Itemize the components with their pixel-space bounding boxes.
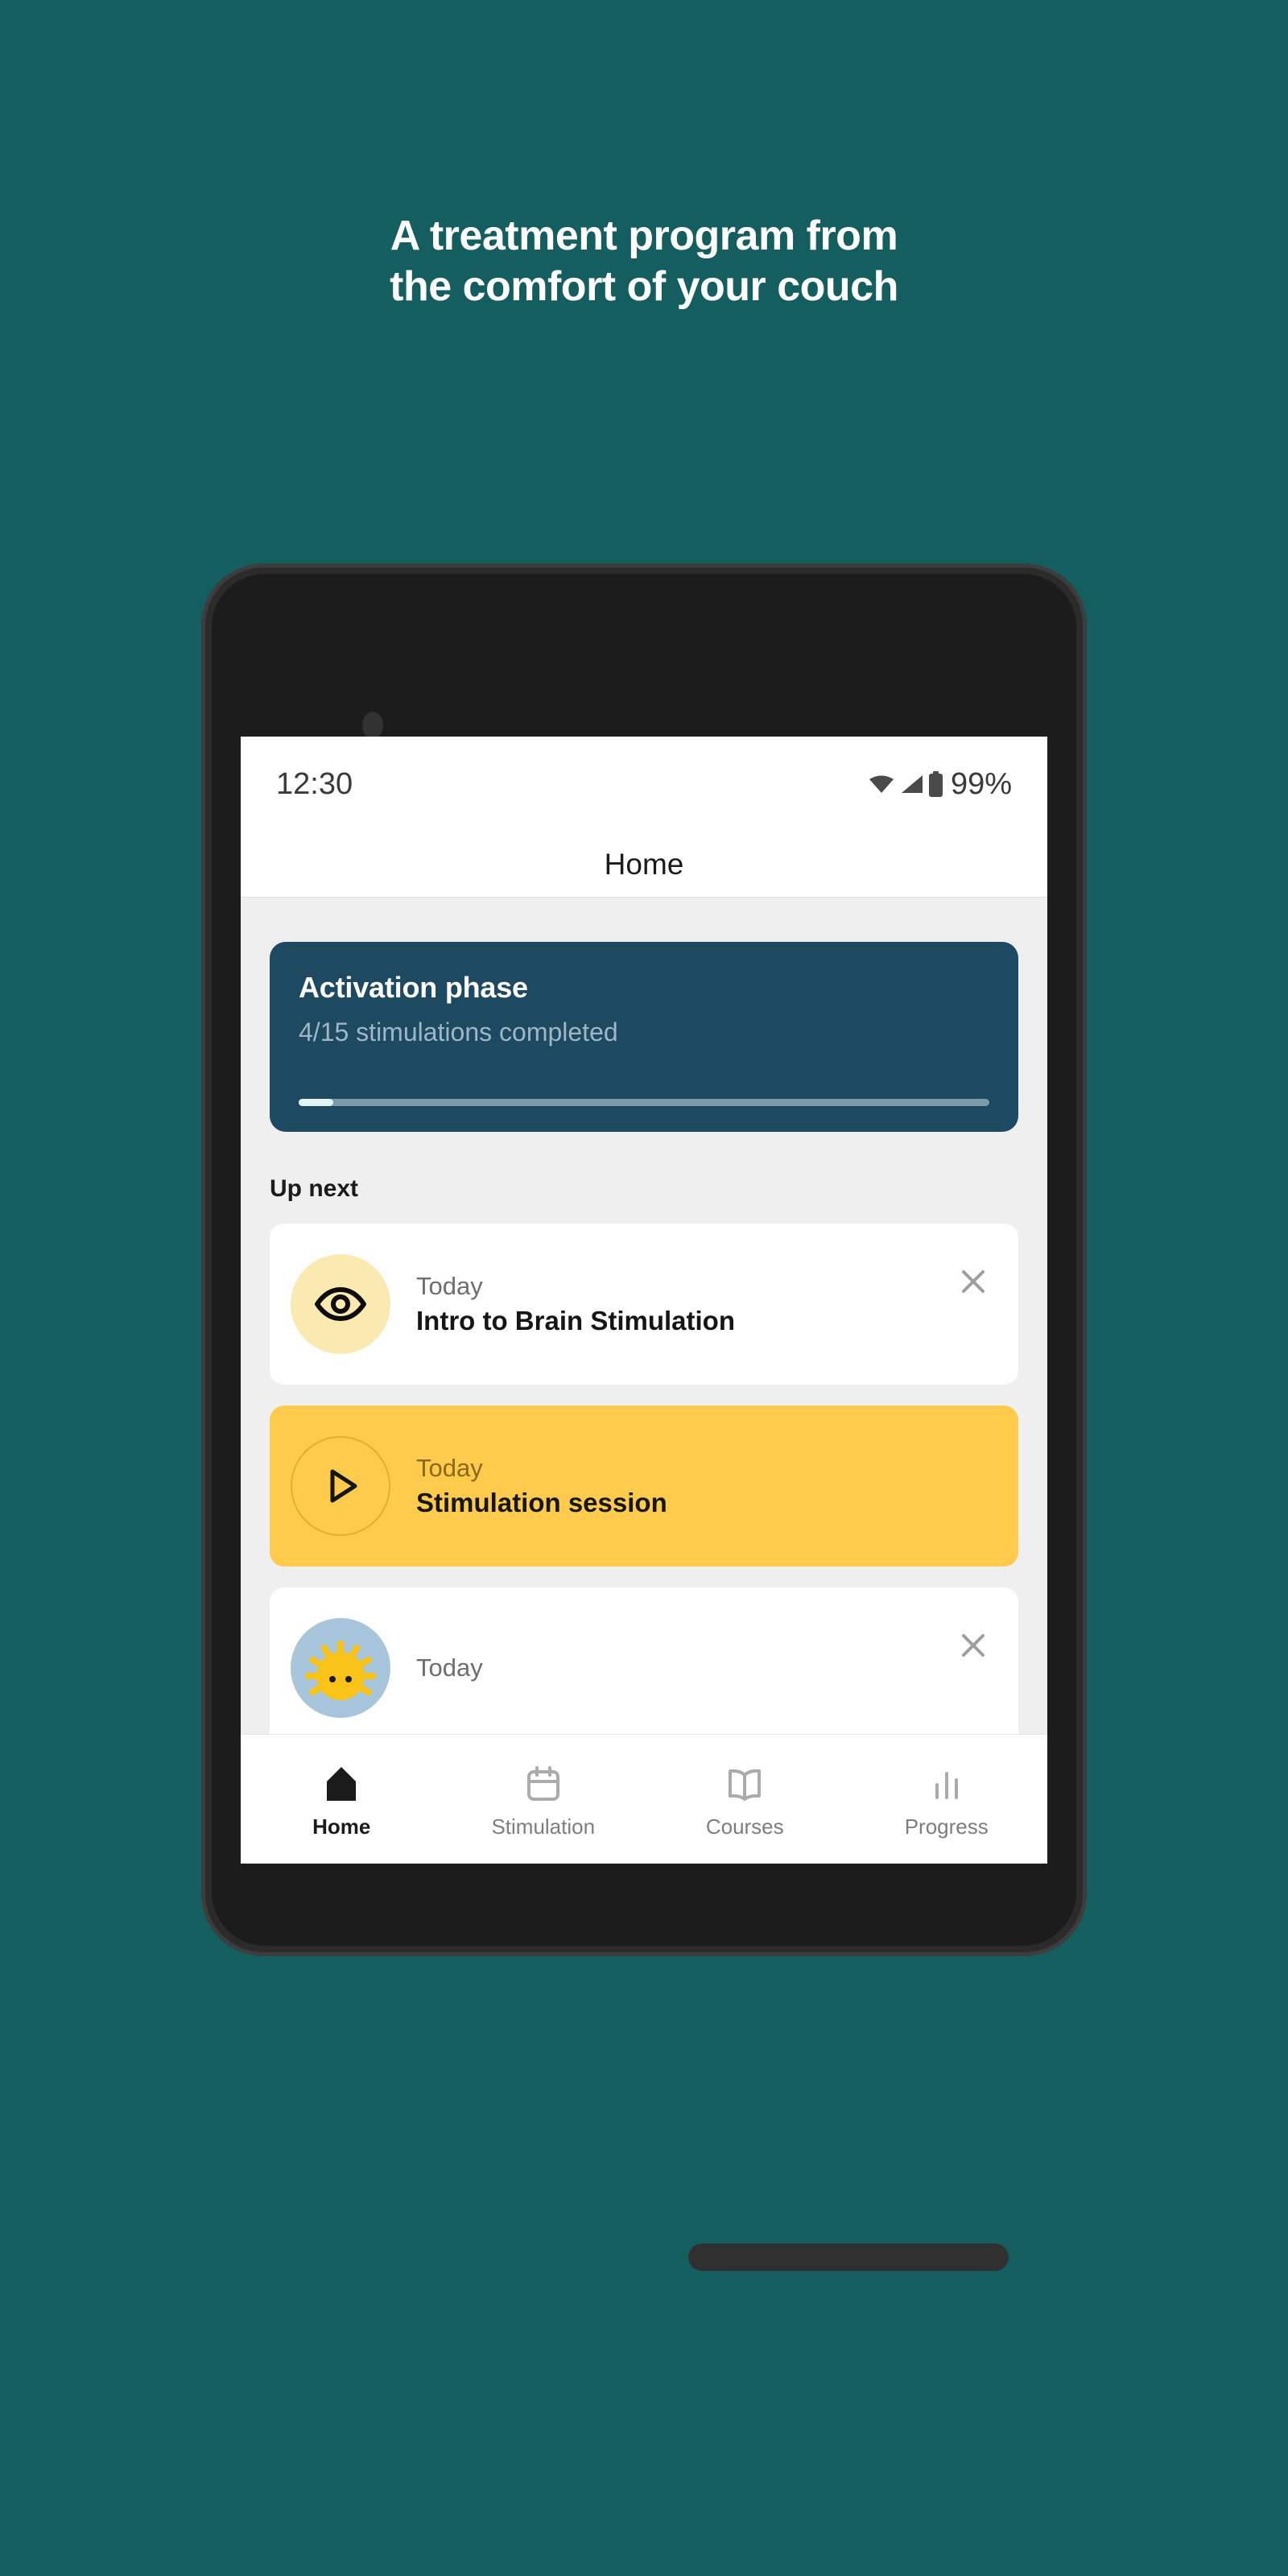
book-icon [726, 1765, 763, 1803]
up-next-heading: Up next [270, 1175, 359, 1202]
close-icon[interactable] [957, 1265, 989, 1298]
list-item-when: Today [416, 1653, 483, 1682]
screen-content: Activation phase 4/15 stimulations compl… [241, 942, 1047, 1864]
battery-percent: 99% [950, 766, 1012, 801]
app-bar: Home [241, 832, 1047, 898]
list-item-when: Today [416, 1272, 483, 1300]
phase-progress-fill [299, 1099, 333, 1106]
list-item[interactable]: Today Intro to Brain Stimulation [270, 1224, 1018, 1385]
bottom-navigation: Home Stimulation Courses Progress [241, 1734, 1047, 1864]
list-item-text: Today Intro to Brain Stimulation [416, 1272, 735, 1336]
sunrise-face-icon [291, 1618, 390, 1718]
list-item[interactable]: Today Stimulation session [270, 1406, 1018, 1567]
close-icon[interactable] [957, 1629, 989, 1662]
list-item-title: Intro to Brain Stimulation [416, 1306, 735, 1335]
nav-item-courses[interactable]: Courses [644, 1735, 846, 1864]
phase-subtitle: 4/15 stimulations completed [299, 1018, 618, 1046]
list-item-title: Stimulation session [416, 1488, 667, 1517]
bar-chart-icon [929, 1765, 964, 1803]
wifi-icon [869, 775, 894, 793]
nav-label-stimulation: Stimulation [491, 1814, 596, 1839]
camera-dot-icon [362, 712, 383, 739]
status-bar: 12:30 99% [241, 737, 1047, 832]
home-icon [324, 1765, 359, 1803]
nav-label-courses: Courses [705, 1814, 784, 1839]
status-indicators: 99% [869, 767, 1012, 802]
promo-screenshot: A treatment program from the comfort of … [0, 0, 1288, 2576]
list-item-text: Today [416, 1653, 483, 1682]
battery-icon [928, 771, 943, 797]
headline-line-1: A treatment program from [390, 213, 898, 259]
list-item-when: Today [416, 1454, 483, 1482]
phase-progress-bar [299, 1099, 989, 1106]
nav-label-progress: Progress [904, 1814, 989, 1839]
eye-icon [291, 1254, 390, 1354]
nav-item-home[interactable]: Home [241, 1735, 443, 1864]
nav-item-progress[interactable]: Progress [846, 1735, 1048, 1864]
list-item-text: Today Stimulation session [416, 1454, 667, 1518]
nav-label-home: Home [312, 1814, 371, 1839]
status-time: 12:30 [276, 766, 353, 801]
phone-screen: 12:30 99% Home Activation phase 4/15 sti… [241, 737, 1047, 1864]
calendar-icon [526, 1765, 561, 1803]
phase-title: Activation phase [299, 971, 528, 1004]
nav-item-stimulation[interactable]: Stimulation [443, 1735, 645, 1864]
home-indicator-icon [688, 2244, 1009, 2271]
activation-phase-card[interactable]: Activation phase 4/15 stimulations compl… [270, 942, 1018, 1132]
headline-line-2: the comfort of your couch [390, 263, 898, 311]
list-item[interactable]: Today [270, 1587, 1018, 1748]
page-title: A treatment program from the comfort of … [0, 211, 1288, 313]
play-icon [291, 1436, 390, 1536]
app-bar-title: Home [604, 847, 684, 881]
signal-icon [901, 775, 923, 793]
